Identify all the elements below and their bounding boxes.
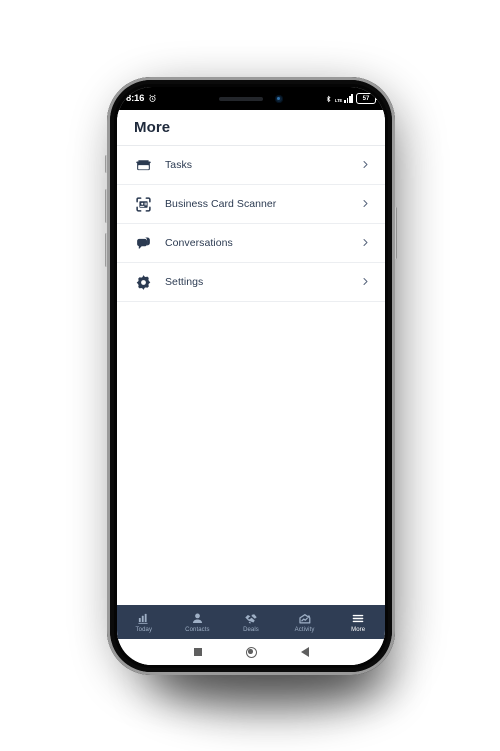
tab-more[interactable]: More xyxy=(331,605,385,639)
menu-item-label: Conversations xyxy=(165,237,233,249)
bottom-tab-bar: Today Contacts Deals Activity More xyxy=(117,605,385,639)
signal-bars-icon: LTE xyxy=(335,94,353,103)
power-button[interactable] xyxy=(394,207,397,259)
handshake-icon xyxy=(244,611,258,626)
tab-label: Activity xyxy=(294,627,315,633)
alarm-clock-icon xyxy=(148,94,157,103)
network-type-label: LTE xyxy=(334,97,343,103)
battery-percent-label: 57 xyxy=(362,95,370,102)
tab-deals[interactable]: Deals xyxy=(224,605,278,639)
volume-up-button[interactable] xyxy=(105,189,108,223)
status-bar-right: LTE 57 xyxy=(325,92,378,105)
tab-label: More xyxy=(351,627,366,633)
battery-indicator: 57 xyxy=(356,92,378,105)
person-icon xyxy=(191,611,204,626)
tab-label: Deals xyxy=(243,627,259,633)
chevron-right-icon xyxy=(361,236,371,250)
activity-house-icon xyxy=(298,611,312,626)
menu-item-label: Settings xyxy=(165,276,204,288)
tab-activity[interactable]: Activity xyxy=(278,605,332,639)
screenshot-stage: 8:16 LTE 57 More Tasks Business Card Sca… xyxy=(0,0,500,751)
tab-label: Today xyxy=(135,627,153,633)
chevron-right-icon xyxy=(361,275,371,289)
back-triangle-button[interactable] xyxy=(300,647,309,657)
tasks-tray-icon xyxy=(133,155,153,175)
bluetooth-icon xyxy=(325,94,332,104)
display-notch xyxy=(188,87,314,110)
tab-contacts[interactable]: Contacts xyxy=(171,605,225,639)
bar-chart-icon xyxy=(137,611,150,626)
menu-item-business-card-scanner[interactable]: Business Card Scanner xyxy=(117,185,385,224)
recents-square-button[interactable] xyxy=(193,648,202,656)
system-navigation-bar xyxy=(117,639,385,665)
hamburger-menu-icon xyxy=(351,611,365,626)
app-container: More Tasks Business Card Scanner Convers… xyxy=(117,110,385,665)
earpiece-speaker xyxy=(219,96,263,101)
menu-item-label: Business Card Scanner xyxy=(165,198,277,210)
phone-device: 8:16 LTE 57 More Tasks Business Card Sca… xyxy=(105,77,397,675)
chat-bubbles-icon xyxy=(133,233,153,253)
tab-label: Contacts xyxy=(185,627,210,633)
card-scanner-icon xyxy=(133,194,153,214)
menu-item-settings[interactable]: Settings xyxy=(117,263,385,302)
menu-item-tasks[interactable]: Tasks xyxy=(117,146,385,185)
mute-switch[interactable] xyxy=(105,155,108,173)
chevron-right-icon xyxy=(361,197,371,211)
phone-screen: 8:16 LTE 57 More Tasks Business Card Sca… xyxy=(117,87,385,665)
tab-today[interactable]: Today xyxy=(117,605,171,639)
status-bar-left: 8:16 xyxy=(126,93,157,104)
chevron-right-icon xyxy=(361,158,371,172)
home-circle-button[interactable] xyxy=(245,646,257,658)
signal-bars xyxy=(344,94,353,103)
page-title: More xyxy=(134,119,171,136)
status-time: 8:16 xyxy=(126,93,145,104)
menu-item-label: Tasks xyxy=(165,159,193,171)
volume-down-button[interactable] xyxy=(105,233,108,267)
app-bar: More xyxy=(117,110,385,146)
gear-icon xyxy=(133,272,153,292)
more-menu-list: Tasks Business Card Scanner Conversation… xyxy=(117,146,385,605)
front-camera xyxy=(275,94,283,103)
menu-item-conversations[interactable]: Conversations xyxy=(117,224,385,263)
